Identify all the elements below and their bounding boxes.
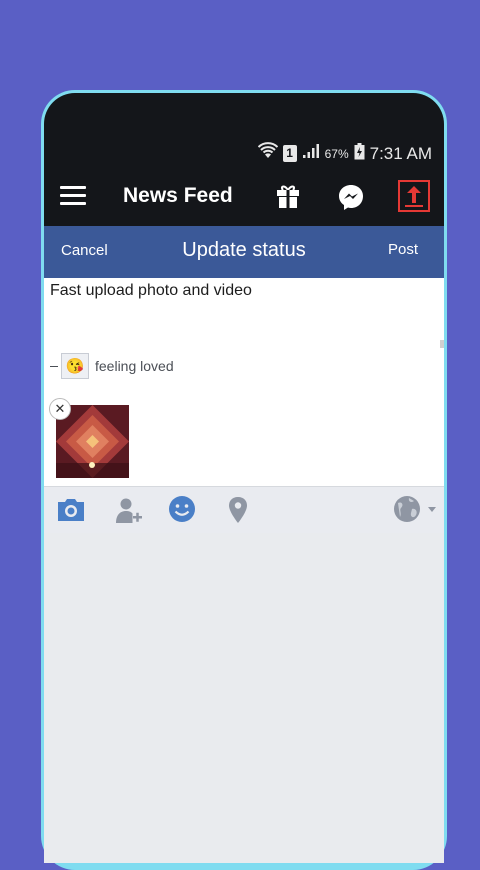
post-button[interactable]: Post: [388, 241, 418, 258]
location-pin-icon[interactable]: [224, 495, 254, 525]
remove-photo-icon[interactable]: ✕: [49, 398, 71, 420]
camera-icon[interactable]: [55, 495, 85, 525]
compose-title: Update status: [182, 239, 306, 261]
tag-friends-icon[interactable]: [113, 495, 143, 525]
sim-icon: 1: [282, 145, 297, 162]
scroll-indicator: [440, 340, 444, 348]
privacy-selector[interactable]: [392, 495, 440, 525]
battery-icon: [354, 142, 365, 165]
smiley-icon[interactable]: [167, 495, 197, 525]
feeling-emoji-icon: 😘: [61, 353, 89, 379]
phone-screen: 1 67% 7:31 AM News Feed Cancel Update st…: [44, 93, 444, 863]
compose-action-bar: [44, 486, 444, 533]
menu-icon[interactable]: [60, 186, 86, 206]
globe-icon: [394, 496, 436, 522]
battery-percent: 67%: [324, 146, 349, 161]
status-bar: 1 67% 7:31 AM: [44, 135, 444, 167]
top-toolbar: News Feed: [44, 168, 444, 226]
upload-icon[interactable]: [397, 179, 431, 213]
clock-time: 7:31 AM: [369, 143, 432, 163]
compose-header: Cancel Update status Post: [44, 226, 444, 278]
messenger-icon[interactable]: [336, 182, 366, 212]
feeling-label: feeling loved: [95, 358, 174, 374]
gift-icon[interactable]: [273, 182, 303, 212]
status-text-input[interactable]: Fast upload photo and video: [50, 282, 252, 300]
feeling-dash: [50, 365, 58, 367]
empty-content-area: [44, 533, 444, 863]
signal-icon: [302, 143, 320, 164]
wifi-icon: [257, 142, 278, 165]
feeling-row[interactable]: 😘 feeling loved: [50, 353, 174, 379]
page-title: News Feed: [123, 184, 233, 207]
compose-area[interactable]: Fast upload photo and video 😘 feeling lo…: [44, 278, 444, 486]
